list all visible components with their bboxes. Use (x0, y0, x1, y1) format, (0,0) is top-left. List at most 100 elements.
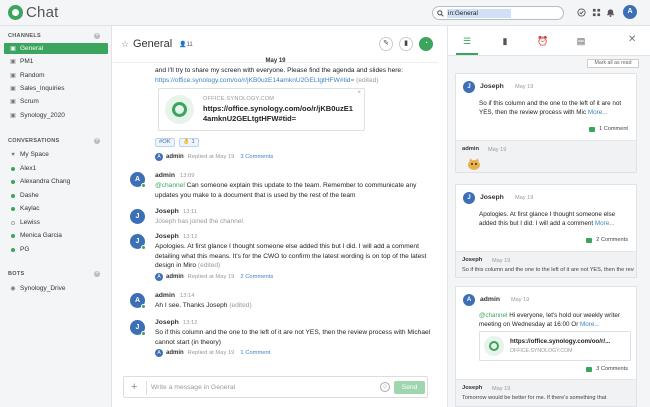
thread-reply-summary[interactable]: A admin Replied at May 19 3 Comments (155, 152, 273, 161)
hash-icon: ▣ (10, 86, 16, 92)
send-button[interactable]: Send (394, 381, 425, 394)
channels-section-label: CHANNELS (8, 33, 41, 39)
threads-panel: ☰ ▮ ⏰ ▤ ✕ Mark all as read J Joseph May … (447, 26, 650, 407)
channel-item-synology-2020[interactable]: ▣ Synology_2020 (4, 110, 108, 121)
message-time: 13:09 (180, 173, 195, 179)
avatar: A (463, 294, 475, 306)
conversation-item-dashe[interactable]: Dashe (4, 190, 108, 201)
pin-icon[interactable]: ✎ (379, 37, 393, 51)
link-preview[interactable]: OFFICE.SYNOLOGY.COM https://office.synol… (158, 88, 365, 131)
emoji-icon[interactable]: ☺ (380, 382, 390, 392)
close-icon[interactable]: × (357, 90, 361, 96)
bookmark-icon[interactable]: ▮ (498, 35, 512, 47)
thread-card[interactable]: J Joseph May 19 Apologies. At first glan… (455, 184, 637, 278)
search-query[interactable]: in:General (447, 8, 511, 18)
comment-icon (589, 126, 596, 132)
add-conversation-icon[interactable]: + (94, 138, 100, 144)
comment-count[interactable]: 3 Comments (586, 366, 628, 372)
files-icon[interactable]: ▤ (574, 35, 588, 47)
add-channel-icon[interactable]: + (94, 33, 100, 39)
conversation-item-alexandra-chang[interactable]: Alexandra Chang (4, 176, 108, 187)
online-status-icon (141, 245, 146, 250)
panel-tabs: ☰ ▮ ⏰ ▤ ✕ (448, 26, 650, 56)
bookmark-icon[interactable]: ▮ (399, 37, 413, 51)
threads-icon[interactable]: ☰ (460, 35, 474, 47)
message-time: 13:12 (183, 320, 198, 326)
hash-icon: ▣ (10, 113, 16, 119)
channel-item-random[interactable]: ▣ Random (4, 70, 108, 81)
reaction-ok[interactable]: #OK (155, 138, 175, 147)
avatar: A (130, 293, 146, 309)
hash-icon: ▣ (10, 46, 16, 52)
comment-count[interactable]: 1 Comment (589, 126, 628, 132)
thread-card[interactable]: A admin May 19 @channel Hi everyone, let… (455, 286, 637, 407)
close-icon[interactable]: ✕ (628, 34, 636, 45)
latest-reply: Joseph May 19 So if this column and the … (456, 251, 636, 277)
message-input[interactable] (151, 380, 361, 395)
thread-reply-summary[interactable]: A admin Replied at May 19 2 Comments (155, 272, 273, 281)
message-author[interactable]: Joseph (155, 233, 179, 240)
more-link[interactable]: More... (580, 321, 600, 328)
comment-count[interactable]: 2 Comments (586, 237, 628, 243)
preview-site: OFFICE.SYNOLOGY.COM (510, 348, 573, 354)
search-input[interactable]: in:General (432, 6, 564, 20)
chat-icon[interactable]: ◔ (419, 37, 433, 51)
hash-icon: ▣ (10, 73, 16, 79)
channel-item-general[interactable]: ▣ General (4, 43, 108, 54)
system-message: Joseph has joined the channel. (155, 218, 245, 225)
comments-link[interactable]: 1 Comment (240, 350, 270, 356)
message-author[interactable]: admin (155, 172, 175, 179)
plus-icon[interactable]: + (131, 381, 137, 393)
synology-office-icon (484, 336, 504, 356)
more-link[interactable]: More... (595, 220, 615, 227)
online-status-icon (141, 331, 146, 336)
user-avatar[interactable]: A (623, 5, 637, 19)
bots-section-label: BOTS (8, 271, 25, 277)
conversation-item-alex1[interactable]: Alex1 (4, 163, 108, 174)
grid-icon[interactable] (592, 8, 601, 17)
avatar: J (463, 81, 475, 93)
thread-time: May 19 (515, 84, 534, 90)
conversation-item-lewiss[interactable]: Lewiss (4, 217, 108, 228)
message-author[interactable]: admin (155, 292, 175, 299)
link-preview[interactable]: https://office.synology.com/oo/r/... OFF… (479, 331, 631, 361)
bell-icon[interactable] (606, 8, 615, 17)
online-status-icon (11, 233, 15, 238)
thread-reply-summary[interactable]: A admin Replied at May 19 1 Comment (155, 348, 270, 357)
channel-item-pm1[interactable]: ▣ PM1 (4, 56, 108, 67)
top-bar: Chat in:General A (0, 0, 650, 26)
channel-item-scrum[interactable]: ▣ Scrum (4, 96, 108, 107)
mark-all-read-button[interactable]: Mark all as read (587, 59, 639, 68)
reply-time: May 19 (492, 386, 511, 392)
comments-link[interactable]: 3 Comments (240, 154, 273, 160)
bot-item-synology-drive[interactable]: ◉ Synology_Drive (4, 283, 108, 294)
latest-reply: Joseph May 19 Tomorrow would be better f… (456, 379, 636, 406)
message-author[interactable]: Joseph (155, 208, 179, 215)
check-circle-icon[interactable] (577, 8, 586, 17)
divider (146, 381, 147, 395)
thread-text: @channel Hi everyone, let's hold our wee… (479, 312, 620, 328)
more-link[interactable]: More... (588, 109, 608, 116)
avatar: A (155, 152, 163, 161)
hash-icon: ▣ (10, 59, 16, 65)
conversation-item-kaylac[interactable]: Kaylac (4, 203, 108, 214)
thread-author: Joseph (480, 83, 504, 90)
member-count[interactable]: 👤11 (179, 41, 193, 48)
channel-item-sales-inquiries[interactable]: ▣ Sales_Inquiries (4, 83, 108, 94)
thread-card[interactable]: J Joseph May 19 So if this column and th… (455, 73, 637, 173)
thread-text: Apologies. At first glance I thought som… (479, 211, 616, 227)
message-link[interactable]: https://office.synology.com/oo/r/jKB0uzE… (155, 77, 354, 84)
reaction-ok-hand[interactable]: 👌 1 (178, 138, 199, 147)
conversation-item-my-space[interactable]: ♥ My Space (4, 149, 108, 160)
reply-author: admin (462, 146, 480, 152)
alarm-icon[interactable]: ⏰ (536, 35, 550, 47)
star-icon[interactable]: ☆ (121, 39, 129, 50)
conversation-item-menica-garcia[interactable]: Menica Garcia (4, 230, 108, 241)
online-status-icon (11, 193, 15, 198)
message-author[interactable]: Joseph (155, 319, 179, 326)
comments-link[interactable]: 2 Comments (240, 274, 273, 280)
message-time: 13:12 (183, 234, 198, 240)
add-bot-icon[interactable]: + (94, 271, 100, 277)
avatar: J (130, 320, 146, 336)
conversation-item-pg[interactable]: PG (4, 244, 108, 255)
